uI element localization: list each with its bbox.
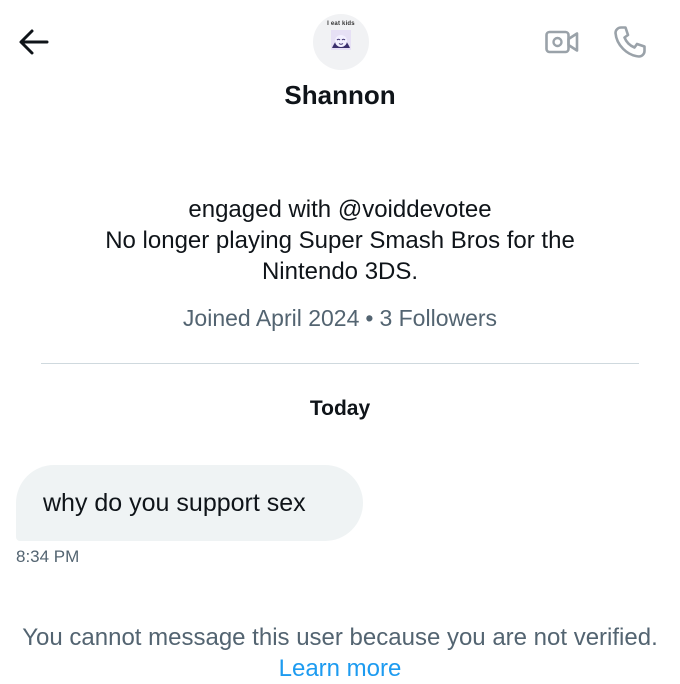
avatar[interactable]: I eat kids [313, 14, 369, 70]
message-timestamp: 8:34 PM [16, 547, 80, 566]
video-call-icon [545, 30, 579, 54]
message-text: why do you support sex [43, 488, 306, 517]
profile-meta: Joined April 2024 • 3 Followers [0, 305, 680, 332]
avatar-caption: I eat kids [327, 21, 355, 27]
learn-more-link[interactable]: Learn more [279, 655, 402, 682]
avatar-art-icon [331, 30, 351, 50]
video-call-button[interactable] [540, 22, 584, 62]
profile-name: Shannon [284, 80, 396, 110]
bio-line: No longer playing Super Smash Bros for t… [105, 227, 575, 254]
phone-icon [614, 26, 646, 58]
followers-link[interactable]: 3 Followers [379, 305, 497, 331]
unverified-notice: You cannot message this user because you… [20, 622, 660, 684]
bio-line: Nintendo 3DS. [261, 258, 419, 285]
notice-text: You cannot message this user because you… [22, 624, 658, 651]
message-bubble[interactable]: why do you support sex [16, 465, 363, 541]
joined-date: Joined April 2024 [182, 305, 360, 331]
profile-bio: engaged with @voiddevotee No longer play… [40, 194, 640, 287]
divider [41, 363, 639, 364]
date-separator: Today [309, 397, 371, 420]
phone-call-button[interactable] [608, 20, 652, 64]
back-button[interactable] [14, 22, 54, 62]
arrow-left-icon [19, 29, 49, 55]
bio-line: engaged with @voiddevotee [188, 196, 492, 223]
meta-separator: • [365, 305, 374, 331]
